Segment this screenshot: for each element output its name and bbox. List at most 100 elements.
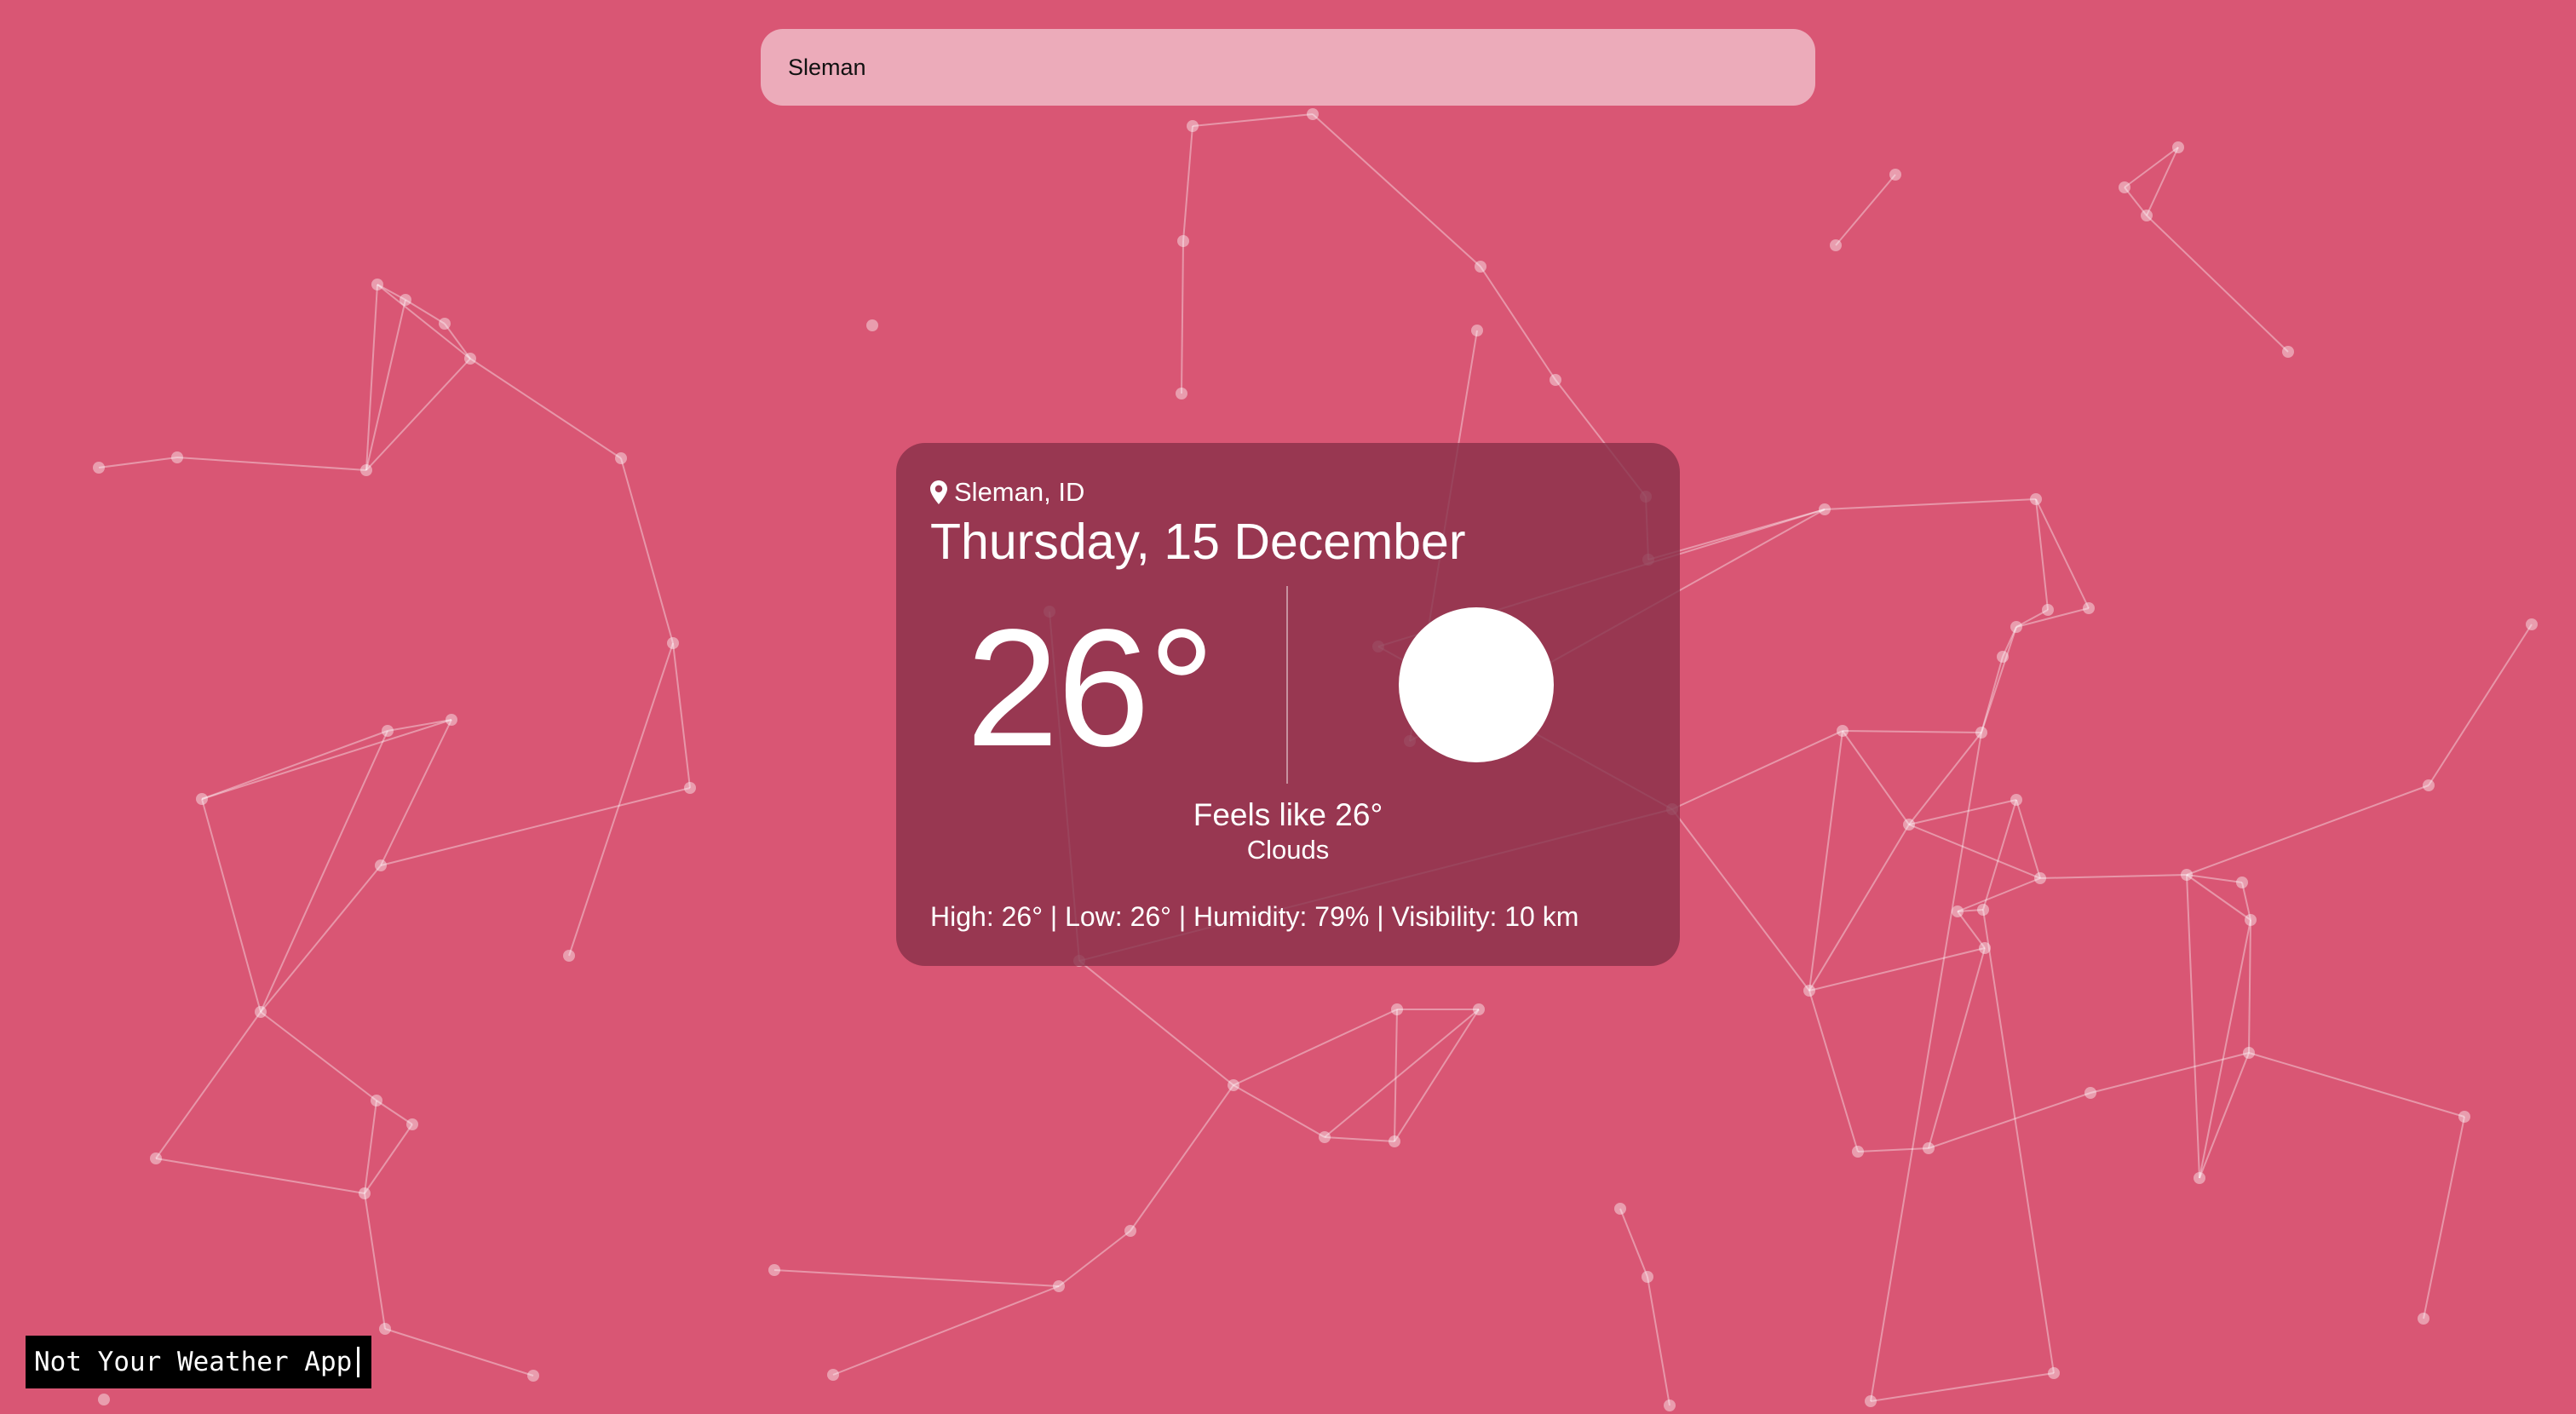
- network-link: [98, 457, 178, 468]
- network-link: [1233, 1009, 1398, 1086]
- network-node: [93, 462, 105, 474]
- network-link: [1870, 1372, 2055, 1402]
- network-node: [1307, 108, 1319, 120]
- network-node: [2282, 346, 2294, 358]
- network-link: [1842, 730, 1982, 733]
- network-link: [1824, 498, 2037, 510]
- network-node: [1837, 725, 1849, 737]
- network-link: [1324, 1136, 1395, 1142]
- network-link: [155, 1011, 262, 1159]
- sun-icon: [1399, 607, 1554, 762]
- weather-card: Sleman, ID Thursday, 15 December 26° Fee…: [896, 443, 1680, 966]
- network-node: [1852, 1146, 1864, 1158]
- network-link: [201, 798, 262, 1013]
- network-link: [380, 719, 452, 866]
- network-link: [620, 457, 674, 644]
- network-node: [1997, 651, 2009, 663]
- network-link: [2090, 1052, 2250, 1094]
- network-node: [2119, 181, 2130, 193]
- divider: [1286, 586, 1288, 784]
- network-link: [1808, 990, 1859, 1152]
- network-node: [667, 637, 679, 649]
- network-node: [2181, 869, 2193, 881]
- network-node: [2084, 1087, 2096, 1099]
- network-node: [2034, 872, 2046, 884]
- network-link: [384, 1328, 534, 1377]
- network-node: [2458, 1111, 2470, 1123]
- network-node: [1830, 239, 1842, 251]
- network-node: [1923, 1142, 1935, 1154]
- network-link: [155, 1158, 365, 1194]
- network-link: [1233, 1084, 1325, 1138]
- network-node: [2010, 621, 2022, 633]
- network-node: [1176, 388, 1187, 399]
- network-node: [406, 1118, 418, 1130]
- location-label: Sleman, ID: [954, 477, 1085, 507]
- network-node: [2526, 618, 2538, 630]
- network-node: [2172, 141, 2184, 153]
- network-link: [1928, 1092, 2091, 1149]
- network-link: [201, 730, 388, 800]
- network-node: [563, 950, 575, 962]
- network-link: [1857, 1147, 1929, 1152]
- network-node: [1664, 1400, 1676, 1411]
- network-node: [1177, 235, 1189, 247]
- network-link: [1130, 1084, 1234, 1232]
- network-node: [371, 1095, 382, 1106]
- network-node: [98, 1394, 110, 1405]
- network-node: [1124, 1225, 1136, 1237]
- network-link: [2248, 1052, 2465, 1118]
- network-link: [176, 457, 367, 471]
- app-background: Sleman, ID Thursday, 15 December 26° Fee…: [0, 0, 2576, 1414]
- network-node: [1903, 819, 1915, 831]
- network-link: [1394, 1009, 1480, 1142]
- network-link: [365, 358, 471, 471]
- network-link: [1671, 730, 1843, 810]
- network-node: [615, 452, 627, 464]
- network-link: [1324, 1009, 1480, 1138]
- network-link: [1394, 1009, 1398, 1142]
- network-link: [1647, 1276, 1670, 1406]
- network-link: [364, 1193, 386, 1330]
- date-label: Thursday, 15 December: [930, 514, 1466, 570]
- network-link: [2248, 919, 2251, 1054]
- network-link: [2186, 785, 2429, 876]
- network-link: [2146, 215, 2289, 353]
- network-link: [2035, 498, 2090, 609]
- network-link: [2423, 1116, 2465, 1319]
- network-link: [568, 642, 674, 957]
- network-link: [1058, 1230, 1131, 1287]
- network-node: [768, 1264, 780, 1276]
- network-link: [1957, 911, 1986, 949]
- network-node: [359, 1187, 371, 1199]
- network-link: [832, 1285, 1060, 1376]
- text-cursor: [357, 1347, 360, 1377]
- network-link: [773, 1269, 1060, 1287]
- network-link: [1928, 947, 1986, 1149]
- network-node: [2245, 914, 2257, 926]
- network-node: [2048, 1367, 2060, 1379]
- network-node: [446, 714, 457, 726]
- network-node: [371, 279, 383, 290]
- network-link: [2199, 1052, 2250, 1179]
- search-bar[interactable]: [761, 29, 1815, 106]
- network-node: [1889, 169, 1901, 181]
- network-node: [2236, 877, 2248, 888]
- network-node: [2141, 210, 2153, 221]
- network-link: [1808, 730, 1843, 992]
- search-input[interactable]: [786, 53, 1790, 82]
- network-node: [379, 1323, 391, 1335]
- network-link: [1312, 113, 1481, 267]
- network-node: [196, 793, 208, 805]
- network-node: [1975, 727, 1987, 739]
- network-node: [2010, 794, 2022, 806]
- network-link: [260, 865, 382, 1013]
- network-node: [2423, 779, 2435, 791]
- network-link: [2428, 624, 2533, 786]
- network-node: [1819, 503, 1831, 515]
- network-node: [1550, 374, 1561, 386]
- network-link: [260, 730, 388, 1013]
- network-node: [1389, 1135, 1400, 1147]
- network-node: [1803, 985, 1815, 997]
- network-node: [2194, 1172, 2205, 1184]
